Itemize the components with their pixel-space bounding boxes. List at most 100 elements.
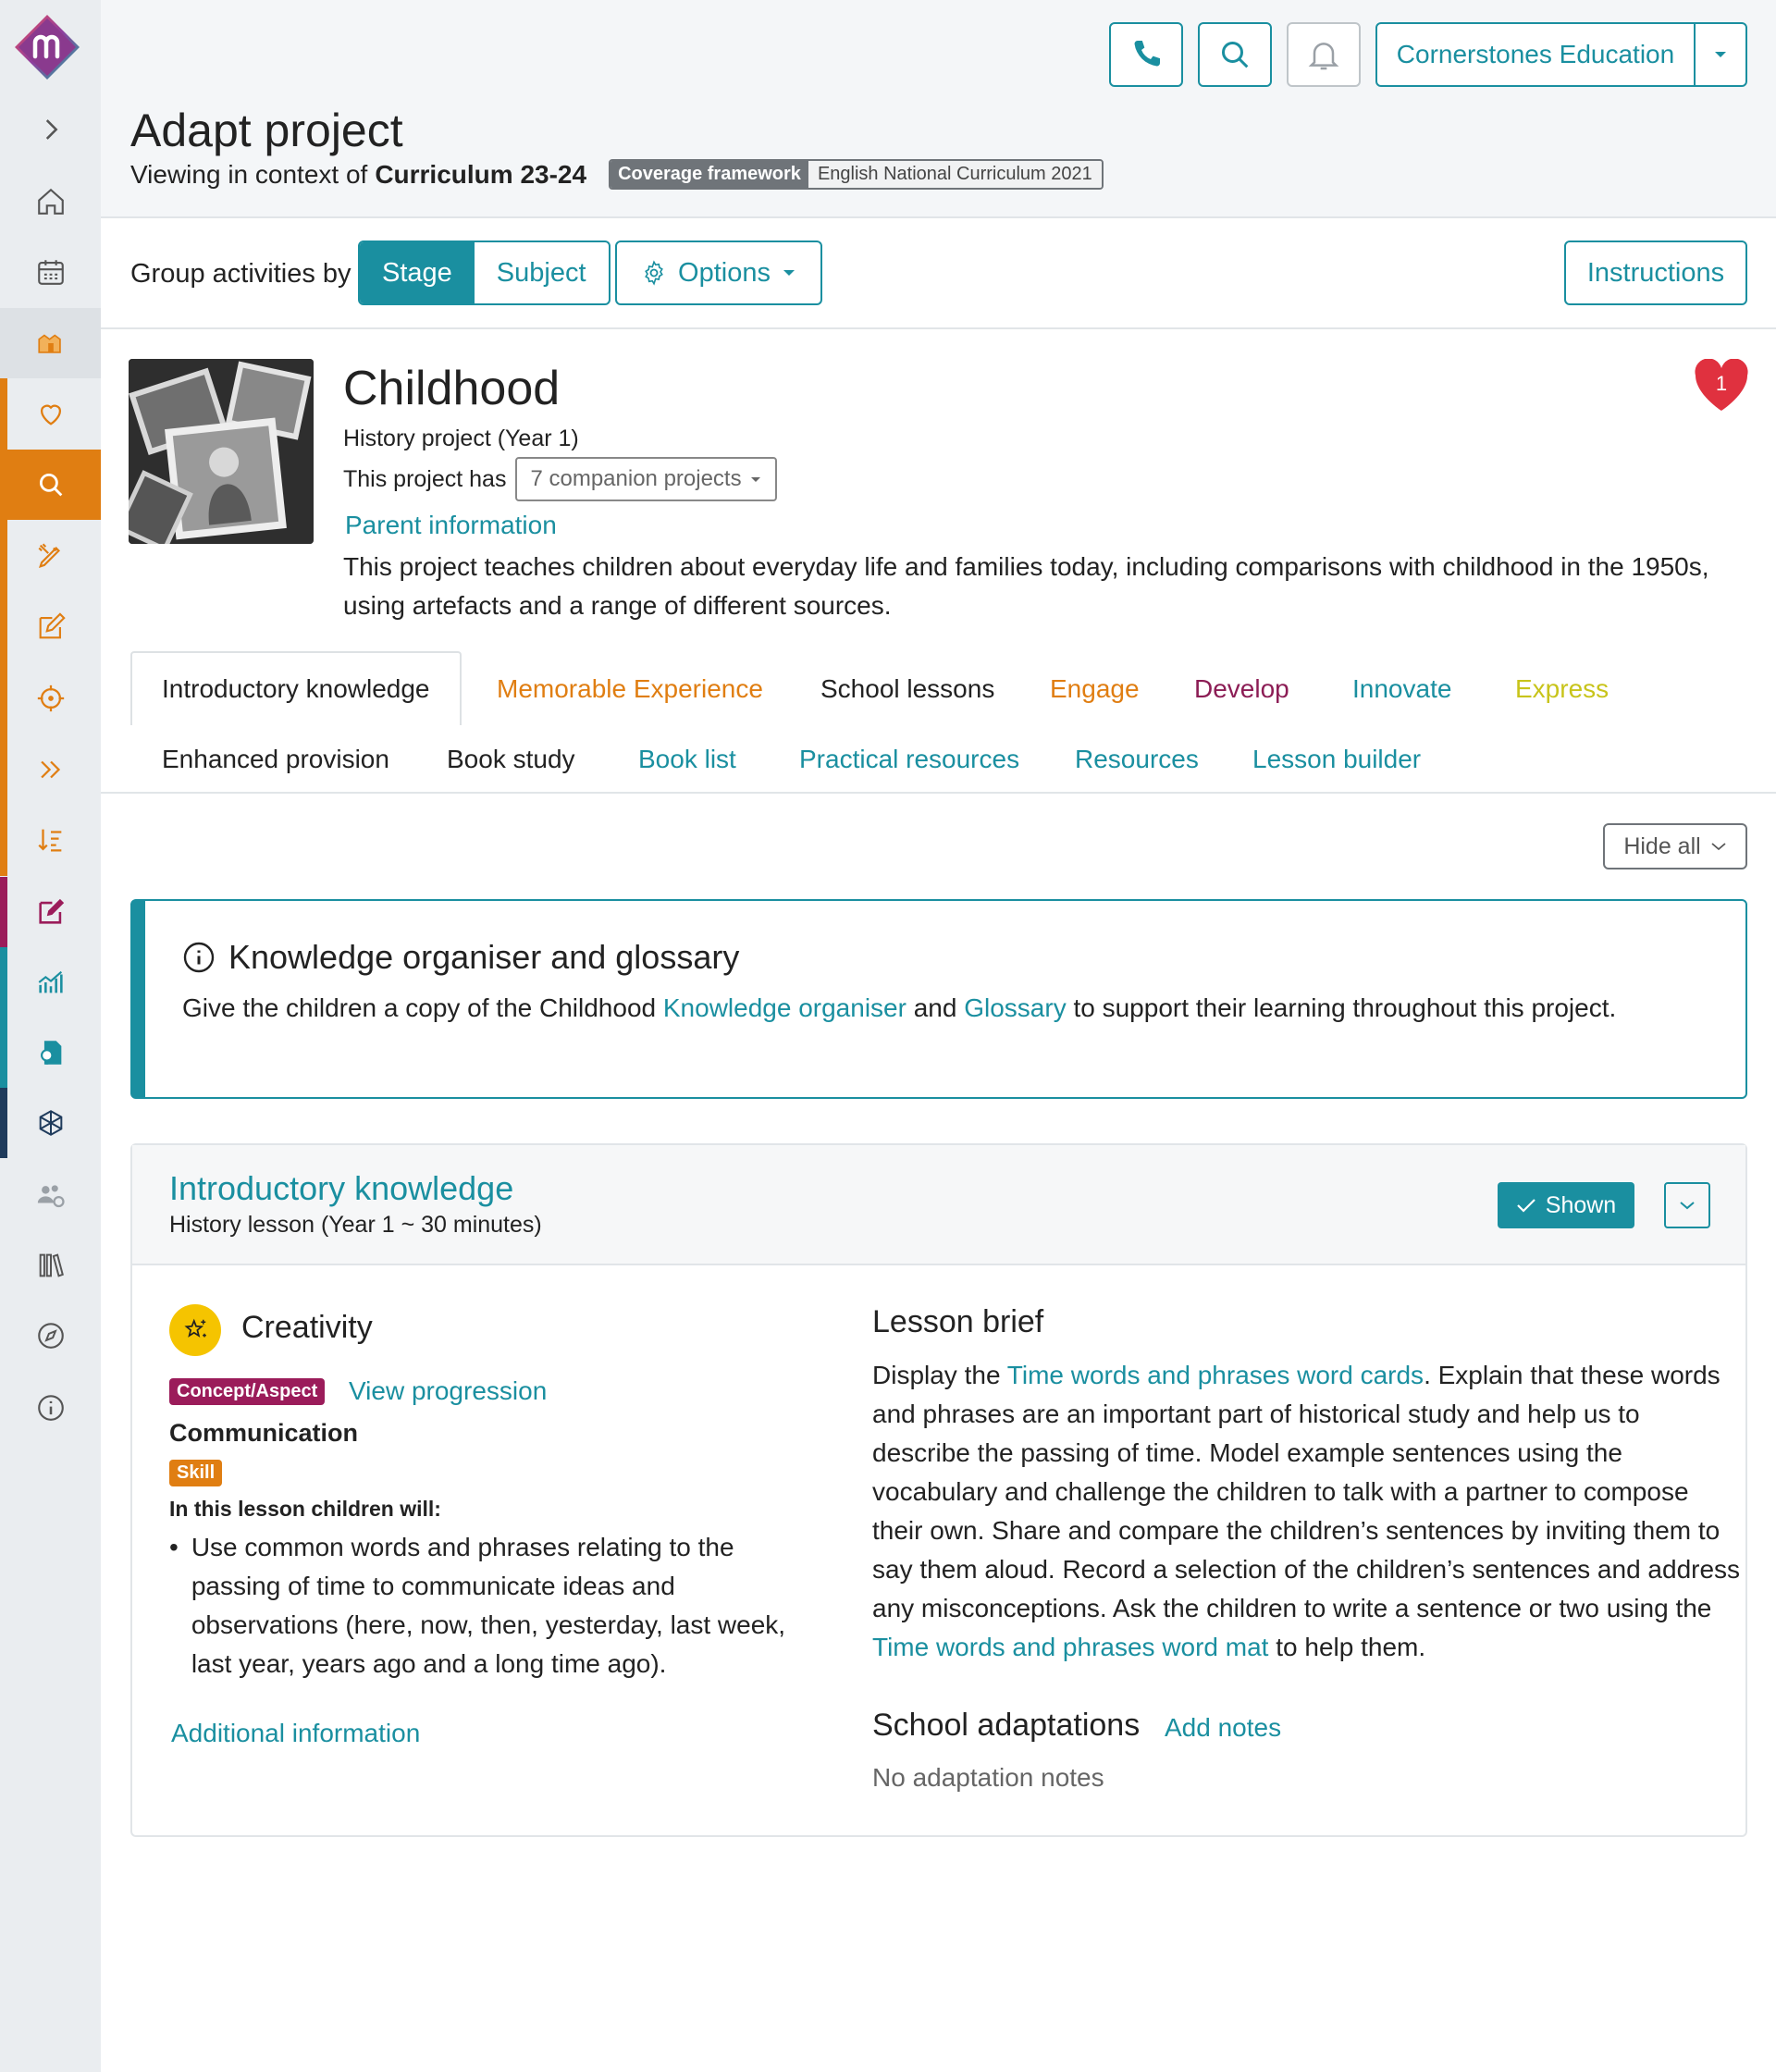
tab-practical-resources[interactable]: Practical resources <box>799 723 1019 796</box>
lesson-title-link[interactable]: Introductory knowledge <box>169 1169 513 1208</box>
tab-introductory-knowledge[interactable]: Introductory knowledge <box>130 651 462 725</box>
assessment-edit-icon[interactable] <box>0 877 101 947</box>
tab-resources[interactable]: Resources <box>1075 723 1199 796</box>
search-icon <box>1222 42 1249 68</box>
chevron-down-icon <box>1711 843 1726 851</box>
info-nav-icon[interactable] <box>0 1373 101 1443</box>
concept-badge: Concept/Aspect <box>169 1378 326 1405</box>
tab-label: Memorable Experience <box>497 674 763 703</box>
users-settings-icon[interactable] <box>0 1160 101 1230</box>
phone-button[interactable] <box>1109 22 1183 87</box>
tab-label: Resources <box>1075 745 1199 773</box>
group-by-subject[interactable]: Subject <box>475 242 609 303</box>
add-notes-link[interactable]: Add notes <box>1165 1713 1281 1743</box>
tab-lesson-builder[interactable]: Lesson builder <box>1252 723 1421 796</box>
objective-item: • Use common words and phrases relating … <box>169 1528 808 1684</box>
target-icon[interactable] <box>0 663 101 734</box>
favourites-icon[interactable] <box>0 378 101 449</box>
tab-label: School lessons <box>820 674 995 703</box>
projects-icon[interactable] <box>0 308 101 378</box>
callout-title: Knowledge organiser and glossary <box>182 938 739 977</box>
glossary-link[interactable]: Glossary <box>964 993 1066 1022</box>
sidebar-expand-icon[interactable] <box>0 94 101 165</box>
hide-all-button[interactable]: Hide all <box>1603 823 1747 870</box>
project-description: This project teaches children about ever… <box>343 552 1709 620</box>
chevron-down-icon <box>1680 1202 1695 1210</box>
favourite-count: 1 <box>1715 372 1728 395</box>
phone-icon <box>1134 41 1160 67</box>
options-button[interactable]: Options <box>615 240 822 305</box>
notifications-button[interactable] <box>1287 22 1361 87</box>
tab-innovate[interactable]: Innovate <box>1352 653 1451 725</box>
concept-name: Communication <box>169 1419 359 1447</box>
project-subtitle: History project (Year 1) <box>343 426 579 451</box>
design-tools-icon[interactable] <box>0 521 101 591</box>
companion-projects-dropdown[interactable]: 7 companion projects <box>515 457 777 501</box>
tabs-divider <box>101 792 1776 794</box>
caret-down-icon[interactable] <box>1696 24 1745 85</box>
lesson-brief-title: Lesson brief <box>872 1304 1044 1339</box>
tab-label: Practical resources <box>799 745 1020 773</box>
shown-label: Shown <box>1545 1191 1617 1218</box>
framework-key: Coverage framework <box>610 161 808 188</box>
library-icon[interactable] <box>0 1230 101 1301</box>
search-nav-icon[interactable] <box>0 450 101 520</box>
tab-label: Book list <box>638 745 736 773</box>
tab-book-study[interactable]: Book study <box>447 723 575 796</box>
options-label: Options <box>678 257 771 288</box>
tab-enhanced-provision[interactable]: Enhanced provision <box>162 723 389 796</box>
group-by-stage[interactable]: Stage <box>360 242 475 303</box>
school-adaptations-title: School adaptations <box>872 1708 1141 1743</box>
tab-engage[interactable]: Engage <box>1050 653 1140 725</box>
callout-text-part: and <box>906 993 965 1022</box>
group-by-label: Group activities by <box>130 259 352 289</box>
project-image <box>129 359 314 544</box>
hide-all-label: Hide all <box>1623 832 1701 859</box>
companion-label: This project has <box>343 465 507 492</box>
analytics-icon[interactable] <box>0 947 101 1018</box>
report-icon[interactable] <box>0 1018 101 1088</box>
network-icon[interactable] <box>0 1088 101 1158</box>
tab-label: Introductory knowledge <box>162 674 430 703</box>
context-prefix: Viewing in context of <box>130 159 368 189</box>
brief-text-part: to help them. <box>1268 1633 1426 1661</box>
calendar-icon[interactable] <box>0 237 101 307</box>
tab-develop[interactable]: Develop <box>1194 653 1289 725</box>
sort-icon[interactable] <box>0 805 101 875</box>
app-logo[interactable] <box>13 13 81 81</box>
tab-label: Engage <box>1050 674 1140 703</box>
brief-text-part: Display the <box>872 1361 1007 1389</box>
edit-icon[interactable] <box>0 592 101 662</box>
compass-icon[interactable] <box>0 1301 101 1371</box>
home-icon[interactable] <box>0 166 101 237</box>
organisation-selector[interactable]: Cornerstones Education <box>1375 22 1747 87</box>
lesson-card: Introductory knowledge History lesson (Y… <box>130 1143 1747 1837</box>
double-chevron-icon[interactable] <box>0 734 101 805</box>
shown-toggle-button[interactable]: Shown <box>1498 1182 1634 1228</box>
instructions-button[interactable]: Instructions <box>1564 240 1747 305</box>
view-progression-link[interactable]: View progression <box>349 1376 547 1406</box>
tab-book-list[interactable]: Book list <box>638 723 736 796</box>
tab-express[interactable]: Express <box>1515 653 1609 725</box>
check-icon <box>1516 1199 1536 1213</box>
tab-school-lessons[interactable]: School lessons <box>820 653 994 725</box>
additional-information-link[interactable]: Additional information <box>171 1719 420 1748</box>
expand-lesson-button[interactable] <box>1664 1182 1710 1228</box>
word-mat-link[interactable]: Time words and phrases word mat <box>872 1633 1268 1661</box>
adaptation-notes-empty: No adaptation notes <box>872 1763 1104 1792</box>
caret-down-icon <box>750 476 760 482</box>
tab-memorable-experience[interactable]: Memorable Experience <box>497 653 763 725</box>
parent-information-link[interactable]: Parent information <box>345 511 557 540</box>
callout-text: Give the children a copy of the Childhoo… <box>182 993 1616 1023</box>
objectives-heading: In this lesson children will: <box>169 1497 441 1521</box>
search-button[interactable] <box>1198 22 1272 87</box>
tab-label: Lesson builder <box>1252 745 1422 773</box>
callout-title-text: Knowledge organiser and glossary <box>228 938 740 976</box>
favourite-button[interactable]: 1 <box>1692 358 1751 413</box>
skill-badge: Skill <box>169 1460 223 1486</box>
word-cards-link[interactable]: Time words and phrases word cards <box>1007 1361 1424 1389</box>
tab-label: Book study <box>447 745 575 773</box>
organisation-name: Cornerstones Education <box>1377 24 1696 85</box>
bullet-dot: • <box>169 1533 179 1561</box>
knowledge-organiser-link[interactable]: Knowledge organiser <box>663 993 906 1022</box>
